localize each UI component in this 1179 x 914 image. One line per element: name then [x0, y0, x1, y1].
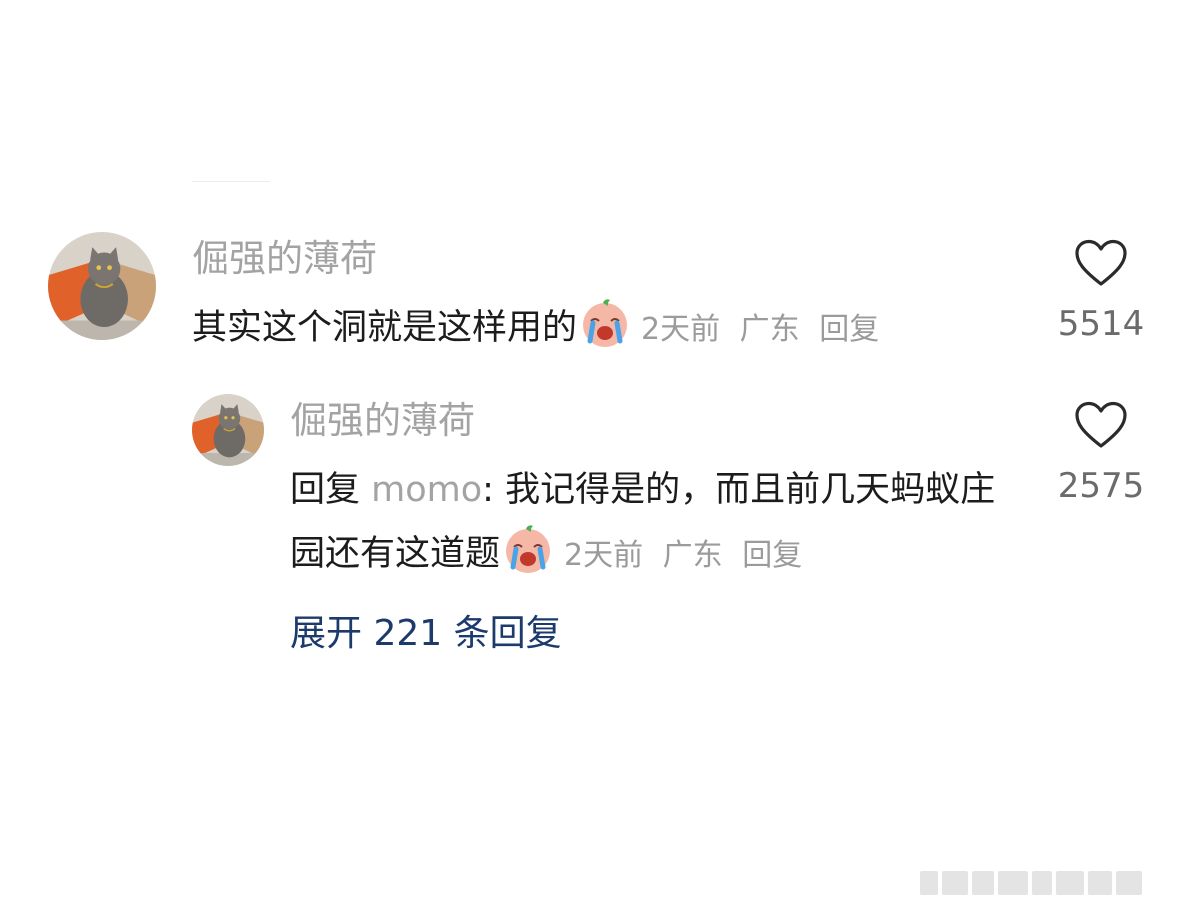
reply-text: 回复 momo: 我记得是的，而且前几天蚂蚁庄园还有这道题 2天前 广东 回复 [290, 458, 1030, 588]
comment-text: 其实这个洞就是这样用的 2天前 广东 回复 [192, 296, 879, 362]
watermark-glyph [1032, 871, 1052, 895]
like-count: 2575 [1057, 466, 1145, 506]
reply-location: 广东 [662, 538, 723, 573]
user-avatar[interactable] [48, 232, 156, 340]
crying-face-emoji-icon [502, 523, 554, 575]
heart-outline-icon[interactable] [1073, 238, 1129, 288]
watermark-glyph [1088, 871, 1112, 895]
watermark-glyph [942, 871, 968, 895]
heart-outline-icon[interactable] [1073, 400, 1129, 450]
reply-username[interactable]: 倔强的薄荷 [290, 398, 475, 444]
watermark-glyph [1116, 871, 1142, 895]
divider [192, 181, 270, 182]
reply-prefix: 回复 [290, 470, 361, 510]
watermark [920, 866, 1170, 900]
crying-face-emoji-icon [579, 297, 631, 349]
like-count: 5514 [1057, 304, 1145, 344]
expand-replies-link[interactable]: 展开 221 条回复 [290, 608, 562, 660]
watermark-glyph [998, 871, 1028, 895]
comment-time: 2天前 [641, 312, 721, 347]
cat-avatar-icon [48, 232, 156, 340]
reply-button[interactable]: 回复 [819, 312, 879, 347]
mention-separator: : [482, 470, 506, 510]
comment-body: 其实这个洞就是这样用的 [192, 308, 578, 348]
mention-username[interactable]: momo [371, 470, 482, 510]
watermark-glyph [920, 871, 938, 895]
user-avatar[interactable] [192, 394, 264, 466]
reply-meta: 2天前 广东 回复 [564, 538, 802, 573]
cat-avatar-icon [192, 394, 264, 466]
watermark-glyph [1056, 871, 1084, 895]
comment-username[interactable]: 倔强的薄荷 [192, 236, 377, 282]
reply-button[interactable]: 回复 [742, 538, 802, 573]
comment-location: 广东 [739, 312, 800, 347]
watermark-glyph [972, 871, 994, 895]
reply-time: 2天前 [564, 538, 644, 573]
comment-meta: 2天前 广东 回复 [641, 312, 879, 347]
